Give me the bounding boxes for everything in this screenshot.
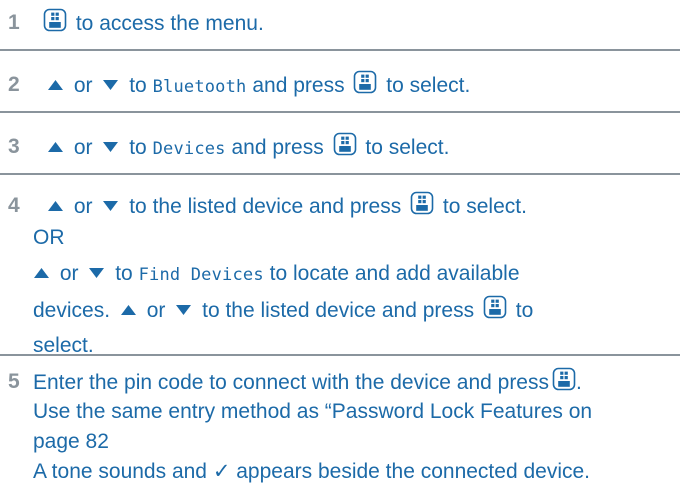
or-text: or xyxy=(146,299,166,322)
select-text: to select. xyxy=(386,74,471,97)
arrow-up-icon xyxy=(120,304,137,316)
arrow-down-icon xyxy=(175,304,192,316)
step-number: 5 xyxy=(8,370,20,393)
ok-key-icon xyxy=(353,70,377,94)
ok-key-icon xyxy=(410,191,434,215)
devices-text: devices. xyxy=(33,299,111,322)
select-text: to select. xyxy=(365,136,450,159)
ok-key-icon xyxy=(333,132,357,156)
step-number: 2 xyxy=(8,73,20,96)
arrow-down-icon xyxy=(88,267,105,279)
ok-key-icon xyxy=(483,295,507,319)
divider xyxy=(0,111,680,113)
page-reference: page 82 xyxy=(33,430,109,453)
and-press-text: and press xyxy=(231,136,324,159)
ok-key-icon xyxy=(552,367,576,391)
period: . xyxy=(576,371,582,394)
arrow-up-icon xyxy=(47,200,64,212)
arrow-up-icon xyxy=(33,267,50,279)
menu-item-devices: Devices xyxy=(152,139,226,159)
or-text: or xyxy=(59,262,79,285)
step-text: to access the menu. xyxy=(75,12,264,35)
and-press-text: and press xyxy=(252,74,345,97)
or-text: or xyxy=(73,195,93,218)
arrow-down-icon xyxy=(102,79,119,91)
arrow-up-icon xyxy=(47,79,64,91)
menu-item-bluetooth: Bluetooth xyxy=(152,77,247,97)
step-text: Enter the pin code to connect with the d… xyxy=(33,371,549,394)
to-text: to xyxy=(129,136,147,159)
arrow-down-icon xyxy=(102,200,119,212)
menu-item-find-devices: Find Devices xyxy=(138,265,264,285)
listed-device-text: to the listed device and press xyxy=(202,299,475,322)
ok-key-icon xyxy=(43,8,67,32)
step-number: 3 xyxy=(8,135,20,158)
or-alternative: OR xyxy=(33,226,65,249)
to-text: to xyxy=(515,299,534,322)
select-text: select. xyxy=(33,334,94,357)
listed-device-text: to the listed device and press xyxy=(129,195,402,218)
instruction-steps: 1 to access the menu. 2 or to Bluetooth … xyxy=(0,0,680,483)
locate-text: to locate and add available xyxy=(269,262,520,285)
select-text: to select. xyxy=(442,195,527,218)
or-text: or xyxy=(73,136,93,159)
divider xyxy=(0,173,680,175)
divider xyxy=(0,49,680,51)
arrow-down-icon xyxy=(102,141,119,153)
divider xyxy=(0,354,680,356)
or-text: or xyxy=(73,74,93,97)
step-text: Use the same entry method as “Password L… xyxy=(33,400,593,423)
step-number: 1 xyxy=(8,11,20,34)
arrow-up-icon xyxy=(47,141,64,153)
to-text: to xyxy=(115,262,133,285)
to-text: to xyxy=(129,74,147,97)
step-number: 4 xyxy=(8,194,20,217)
